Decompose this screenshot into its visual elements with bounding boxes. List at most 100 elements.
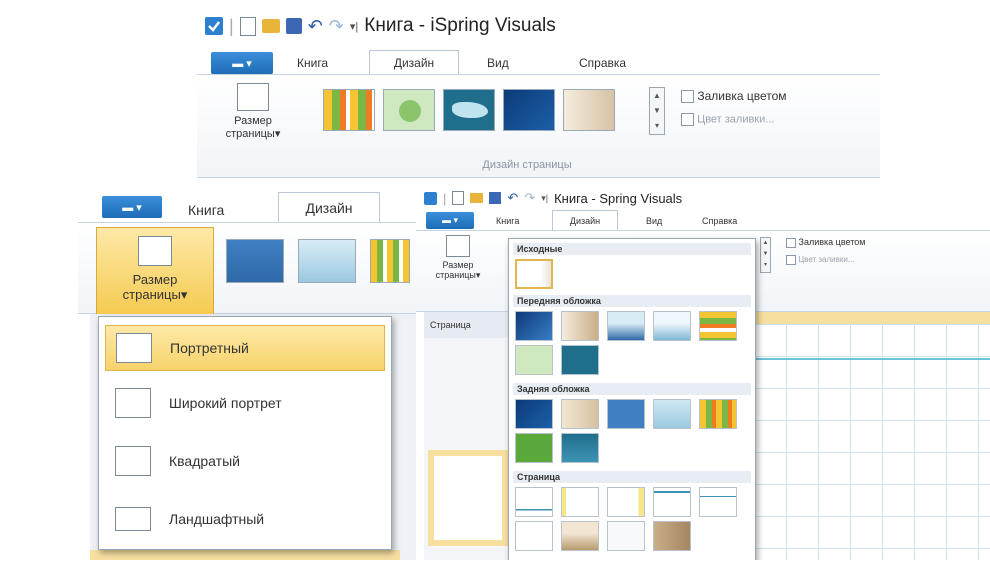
fill-color-checkbox[interactable] <box>786 237 796 248</box>
design-thumb-green-yellow[interactable] <box>370 239 410 283</box>
page-size-button[interactable]: Размер страницы▾ <box>428 235 488 295</box>
redo-icon[interactable]: ↷ <box>329 16 344 37</box>
undo-icon[interactable]: ↶ <box>308 16 323 37</box>
menu-item-label: Квадратый <box>169 453 240 469</box>
gallery-thumb-page-blue-top[interactable] <box>653 487 691 517</box>
fill-color-checkbox-row[interactable]: Заливка цветом <box>786 237 865 248</box>
gallery-scroll[interactable]: ▲ ▼ ▾ <box>760 237 771 273</box>
window-title: Книга - iSpring Visuals <box>364 15 556 36</box>
gallery-section-back-cover: Задняя обложка <box>513 383 751 395</box>
menu-item-wide-portrait[interactable]: Широкий портрет <box>105 381 385 425</box>
tab-design[interactable]: Дизайн <box>552 210 618 231</box>
page-size-menu: Портретный Широкий портрет Квадратый Лан… <box>98 316 392 550</box>
menu-item-label: Ландшафтный <box>169 511 265 527</box>
tab-design[interactable]: Дизайн <box>278 192 380 223</box>
page-thumbnail[interactable] <box>428 450 508 546</box>
design-thumb-dark-blue[interactable] <box>503 89 555 131</box>
gallery-thumb-page-light-edge[interactable] <box>607 487 645 517</box>
gallery-thumb-yellow-stripes[interactable] <box>699 399 737 429</box>
design-thumb-green-leaf[interactable] <box>383 89 435 131</box>
gallery-scroll[interactable]: ▲ ▼ ▾ <box>649 87 665 135</box>
gallery-section-originals: Исходные <box>513 243 751 255</box>
pages-tab[interactable]: Страница <box>424 312 512 338</box>
page-size-icon <box>237 83 269 111</box>
page-size-label-1: Размер <box>234 115 272 127</box>
gallery-thumb-page-blank[interactable] <box>515 521 553 551</box>
undo-icon[interactable]: ↶ <box>507 190 518 206</box>
gallery-thumb-medium-blue[interactable] <box>607 399 645 429</box>
page-size-label-2: страницы▾ <box>225 128 281 140</box>
gallery-thumb-page-blue-line[interactable] <box>699 487 737 517</box>
app-check-icon <box>205 17 223 35</box>
tab-help[interactable]: Справка <box>579 56 626 70</box>
menu-item-square[interactable]: Квадратый <box>105 439 385 483</box>
left-window: ▬ ▾ Книга Дизайн Размер страницы▾ Портре… <box>78 186 418 560</box>
redo-icon[interactable]: ↷ <box>524 190 535 206</box>
gallery-thumb-navy[interactable] <box>515 399 553 429</box>
design-thumb-blue[interactable] <box>226 239 284 283</box>
page-size-icon <box>138 236 172 266</box>
gallery-thumb-page-plain[interactable] <box>515 487 553 517</box>
gallery-thumb-world-map[interactable] <box>561 345 599 375</box>
save-icon[interactable] <box>285 18 302 34</box>
gallery-thumb-page-yellow-edge[interactable] <box>561 487 599 517</box>
gallery-thumb-page-white[interactable] <box>607 521 645 551</box>
tab-book[interactable]: Книга <box>496 216 519 226</box>
gallery-thumb-sky[interactable] <box>653 399 691 429</box>
file-menu-button[interactable]: ▬ ▾ <box>211 52 273 74</box>
gallery-thumb-green-leaf[interactable] <box>515 345 553 375</box>
customize-qat-icon[interactable]: ▾| <box>541 193 548 204</box>
gallery-thumb-light-city[interactable] <box>653 311 691 341</box>
page-size-button[interactable]: Размер страницы▾ <box>96 227 214 319</box>
file-menu-button[interactable]: ▬ ▾ <box>102 196 162 218</box>
design-thumb-parchment[interactable] <box>563 89 615 131</box>
gallery-thumb-teal[interactable] <box>561 433 599 463</box>
fill-color-checkbox[interactable] <box>681 90 694 104</box>
ribbon: Размер страницы▾ <box>78 222 418 319</box>
page-size-button[interactable]: Размер страницы▾ <box>207 83 299 153</box>
tab-design[interactable]: Дизайн <box>369 50 459 75</box>
design-thumb-light-blue-city[interactable] <box>298 239 356 283</box>
quick-access-toolbar: | ↶ ↷ ▾| Книга - iSpring Visuals <box>205 14 556 38</box>
customize-qat-icon[interactable]: ▾| <box>350 20 358 33</box>
new-file-icon[interactable] <box>239 16 256 36</box>
fill-color-checkbox-row[interactable]: Заливка цветом <box>681 89 787 104</box>
fill-color2-label: Цвет заливки... <box>798 255 855 265</box>
gallery-section-front-cover: Передняя обложка <box>513 295 751 307</box>
fill-color2-row[interactable]: Цвет заливки... <box>681 113 774 126</box>
open-folder-icon[interactable] <box>470 193 484 203</box>
fill-color2-checkbox[interactable] <box>681 113 694 126</box>
design-thumb-world-map[interactable] <box>443 89 495 131</box>
fill-color2-row[interactable]: Цвет заливки... <box>786 255 855 265</box>
tab-help[interactable]: Справка <box>702 216 737 226</box>
right-window: | ↶ ↷ ▾| Книга - Spring Visuals ▬ ▾ Книг… <box>416 186 990 560</box>
save-icon[interactable] <box>489 192 502 204</box>
gallery-thumb-page-brown[interactable] <box>561 521 599 551</box>
gallery-thumb-beige[interactable] <box>561 399 599 429</box>
tab-view[interactable]: Вид <box>646 216 662 226</box>
tab-view[interactable]: Вид <box>487 56 509 70</box>
gallery-thumb-city-blue[interactable] <box>607 311 645 341</box>
square-icon <box>115 446 151 476</box>
tab-book[interactable]: Книга <box>297 56 328 70</box>
gallery-thumb-dark-blue[interactable] <box>515 311 553 341</box>
file-menu-button[interactable]: ▬ ▾ <box>426 212 474 229</box>
page-size-icon <box>446 235 470 257</box>
window-title: Книга - Spring Visuals <box>554 190 683 206</box>
design-thumb-stripes[interactable] <box>323 89 375 131</box>
gallery-thumb-page-tan[interactable] <box>653 521 691 551</box>
fill-color-label: Заливка цветом <box>798 237 866 247</box>
fill-color2-checkbox[interactable] <box>786 255 796 265</box>
menu-item-portrait[interactable]: Портретный <box>105 325 385 371</box>
ribbon: Размер страницы▾ ▲ ▼ ▾ Заливка цветом Цвет… <box>197 74 880 178</box>
gallery-thumb-parchment[interactable] <box>561 311 599 341</box>
gallery-thumb-green[interactable] <box>515 433 553 463</box>
top-window: | ↶ ↷ ▾| Книга - iSpring Visuals ▬ ▾ Кни… <box>197 8 880 178</box>
bottom-highlight-strip <box>90 550 400 560</box>
tab-book[interactable]: Книга <box>188 202 224 218</box>
open-folder-icon[interactable] <box>261 19 280 33</box>
gallery-thumb-blank[interactable] <box>515 259 553 289</box>
gallery-thumb-stripes[interactable] <box>699 311 737 341</box>
menu-item-landscape[interactable]: Ландшафтный <box>105 497 385 541</box>
new-file-icon[interactable] <box>452 191 465 205</box>
